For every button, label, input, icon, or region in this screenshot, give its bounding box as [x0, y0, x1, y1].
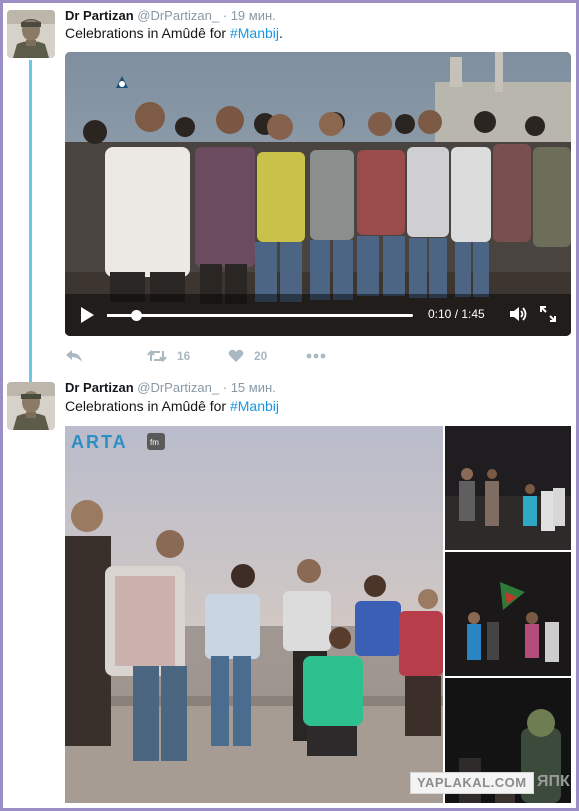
tweet-text: Celebrations in Amûdê for #Manbij. — [65, 25, 283, 41]
author-handle[interactable]: @DrPartizan_ — [137, 380, 219, 395]
volume-icon[interactable] — [509, 305, 527, 328]
retweet-count: 16 — [177, 349, 191, 363]
video-time-display: 0:10 / 1:45 — [428, 307, 485, 321]
video-progress-bar[interactable] — [107, 310, 413, 321]
author-handle[interactable]: @DrPartizan_ — [137, 8, 219, 23]
play-icon[interactable] — [79, 306, 95, 324]
photo-logo-text: ARTA — [71, 432, 128, 452]
thread-connector-line — [29, 60, 32, 382]
corner-watermark: ЯПК — [537, 773, 570, 790]
tweet-text-body: Celebrations in Amûdê for — [65, 398, 230, 414]
author-name[interactable]: Dr Partizan — [65, 380, 134, 395]
fullscreen-icon[interactable] — [539, 305, 557, 328]
video-scrubber-handle[interactable] — [131, 310, 143, 321]
tweet-timestamp[interactable]: 15 мин. — [231, 380, 276, 395]
photo-thumb-2[interactable] — [445, 552, 571, 676]
tweet-text-body: Celebrations in Amûdê for — [65, 25, 230, 41]
tweet-header: Dr Partizan @DrPartizan_ · 15 мин. — [65, 380, 276, 395]
tweet-timestamp[interactable]: 19 мин. — [231, 8, 276, 23]
author-avatar[interactable] — [7, 382, 55, 430]
author-name[interactable]: Dr Partizan — [65, 8, 134, 23]
tweet-actions: 16 20 — [65, 346, 365, 366]
hashtag-link[interactable]: #Manbij — [230, 398, 279, 414]
like-button[interactable]: 20 — [228, 346, 267, 366]
retweet-button[interactable]: 16 — [147, 346, 190, 366]
like-count: 20 — [254, 349, 268, 363]
separator-dot: · — [222, 8, 228, 23]
photo-gallery: ARTA fm ЯПК — [65, 426, 571, 803]
site-watermark: YAPLAKAL.COM — [410, 772, 534, 794]
photo-thumb-1[interactable] — [445, 426, 571, 550]
photo-main[interactable]: ARTA fm — [65, 426, 443, 803]
hashtag-link[interactable]: #Manbij — [230, 25, 279, 41]
heart-icon — [228, 349, 244, 363]
video-controls: 0:10 / 1:45 — [65, 294, 571, 336]
tweet-text-end: . — [279, 25, 283, 41]
separator-dot: · — [222, 380, 228, 395]
more-icon[interactable] — [306, 346, 326, 366]
retweet-icon — [147, 349, 167, 363]
photo-logo-badge: fm — [150, 438, 159, 447]
reply-icon[interactable] — [65, 346, 83, 366]
tweet-header: Dr Partizan @DrPartizan_ · 19 мин. — [65, 8, 276, 23]
photo-logo: ARTA fm — [71, 432, 165, 452]
author-avatar[interactable] — [7, 10, 55, 58]
tweet-text: Celebrations in Amûdê for #Manbij — [65, 398, 279, 414]
video-player[interactable]: 0:10 / 1:45 — [65, 52, 571, 336]
